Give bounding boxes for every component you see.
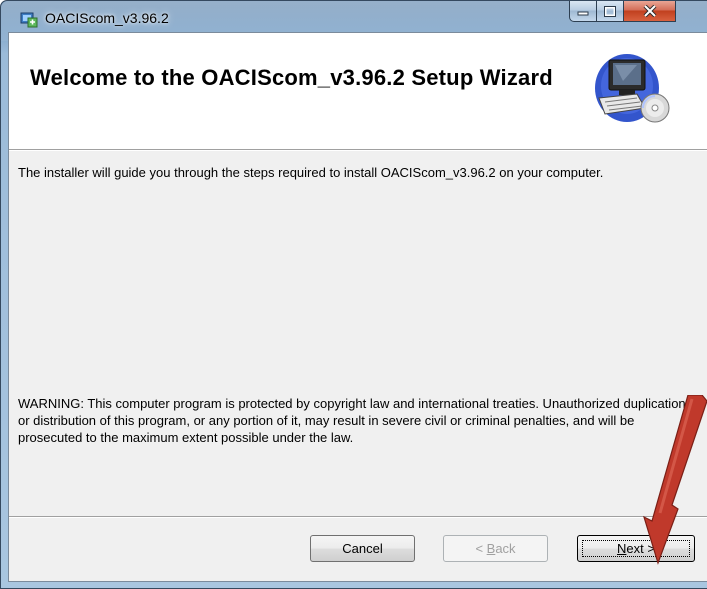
intro-text: The installer will guide you through the… (18, 165, 604, 180)
wizard-client-area: Welcome to the OACIScom_v3.96.2 Setup Wi… (8, 32, 707, 582)
pointer-arrow-annotation (643, 395, 707, 565)
maximize-icon (604, 5, 616, 17)
copyright-warning-text: WARNING: This computer program is protec… (18, 396, 686, 445)
back-button-label: < Back (475, 541, 516, 556)
back-button[interactable]: < Back (443, 535, 548, 562)
caption-buttons (569, 1, 676, 23)
page-title: Welcome to the OACIScom_v3.96.2 Setup Wi… (30, 65, 553, 90)
maximize-button[interactable] (597, 1, 624, 22)
cancel-button[interactable]: Cancel (310, 535, 415, 562)
minimize-icon (577, 11, 589, 16)
computer-setup-icon (595, 54, 670, 123)
close-button[interactable] (624, 1, 676, 22)
window-title: OACIScom_v3.96.2 (45, 10, 169, 26)
cancel-button-label: Cancel (342, 541, 383, 556)
wizard-banner: Welcome to the OACIScom_v3.96.2 Setup Wi… (9, 33, 707, 149)
minimize-button[interactable] (569, 1, 597, 22)
installer-app-icon[interactable] (19, 9, 39, 29)
close-icon (643, 5, 656, 17)
